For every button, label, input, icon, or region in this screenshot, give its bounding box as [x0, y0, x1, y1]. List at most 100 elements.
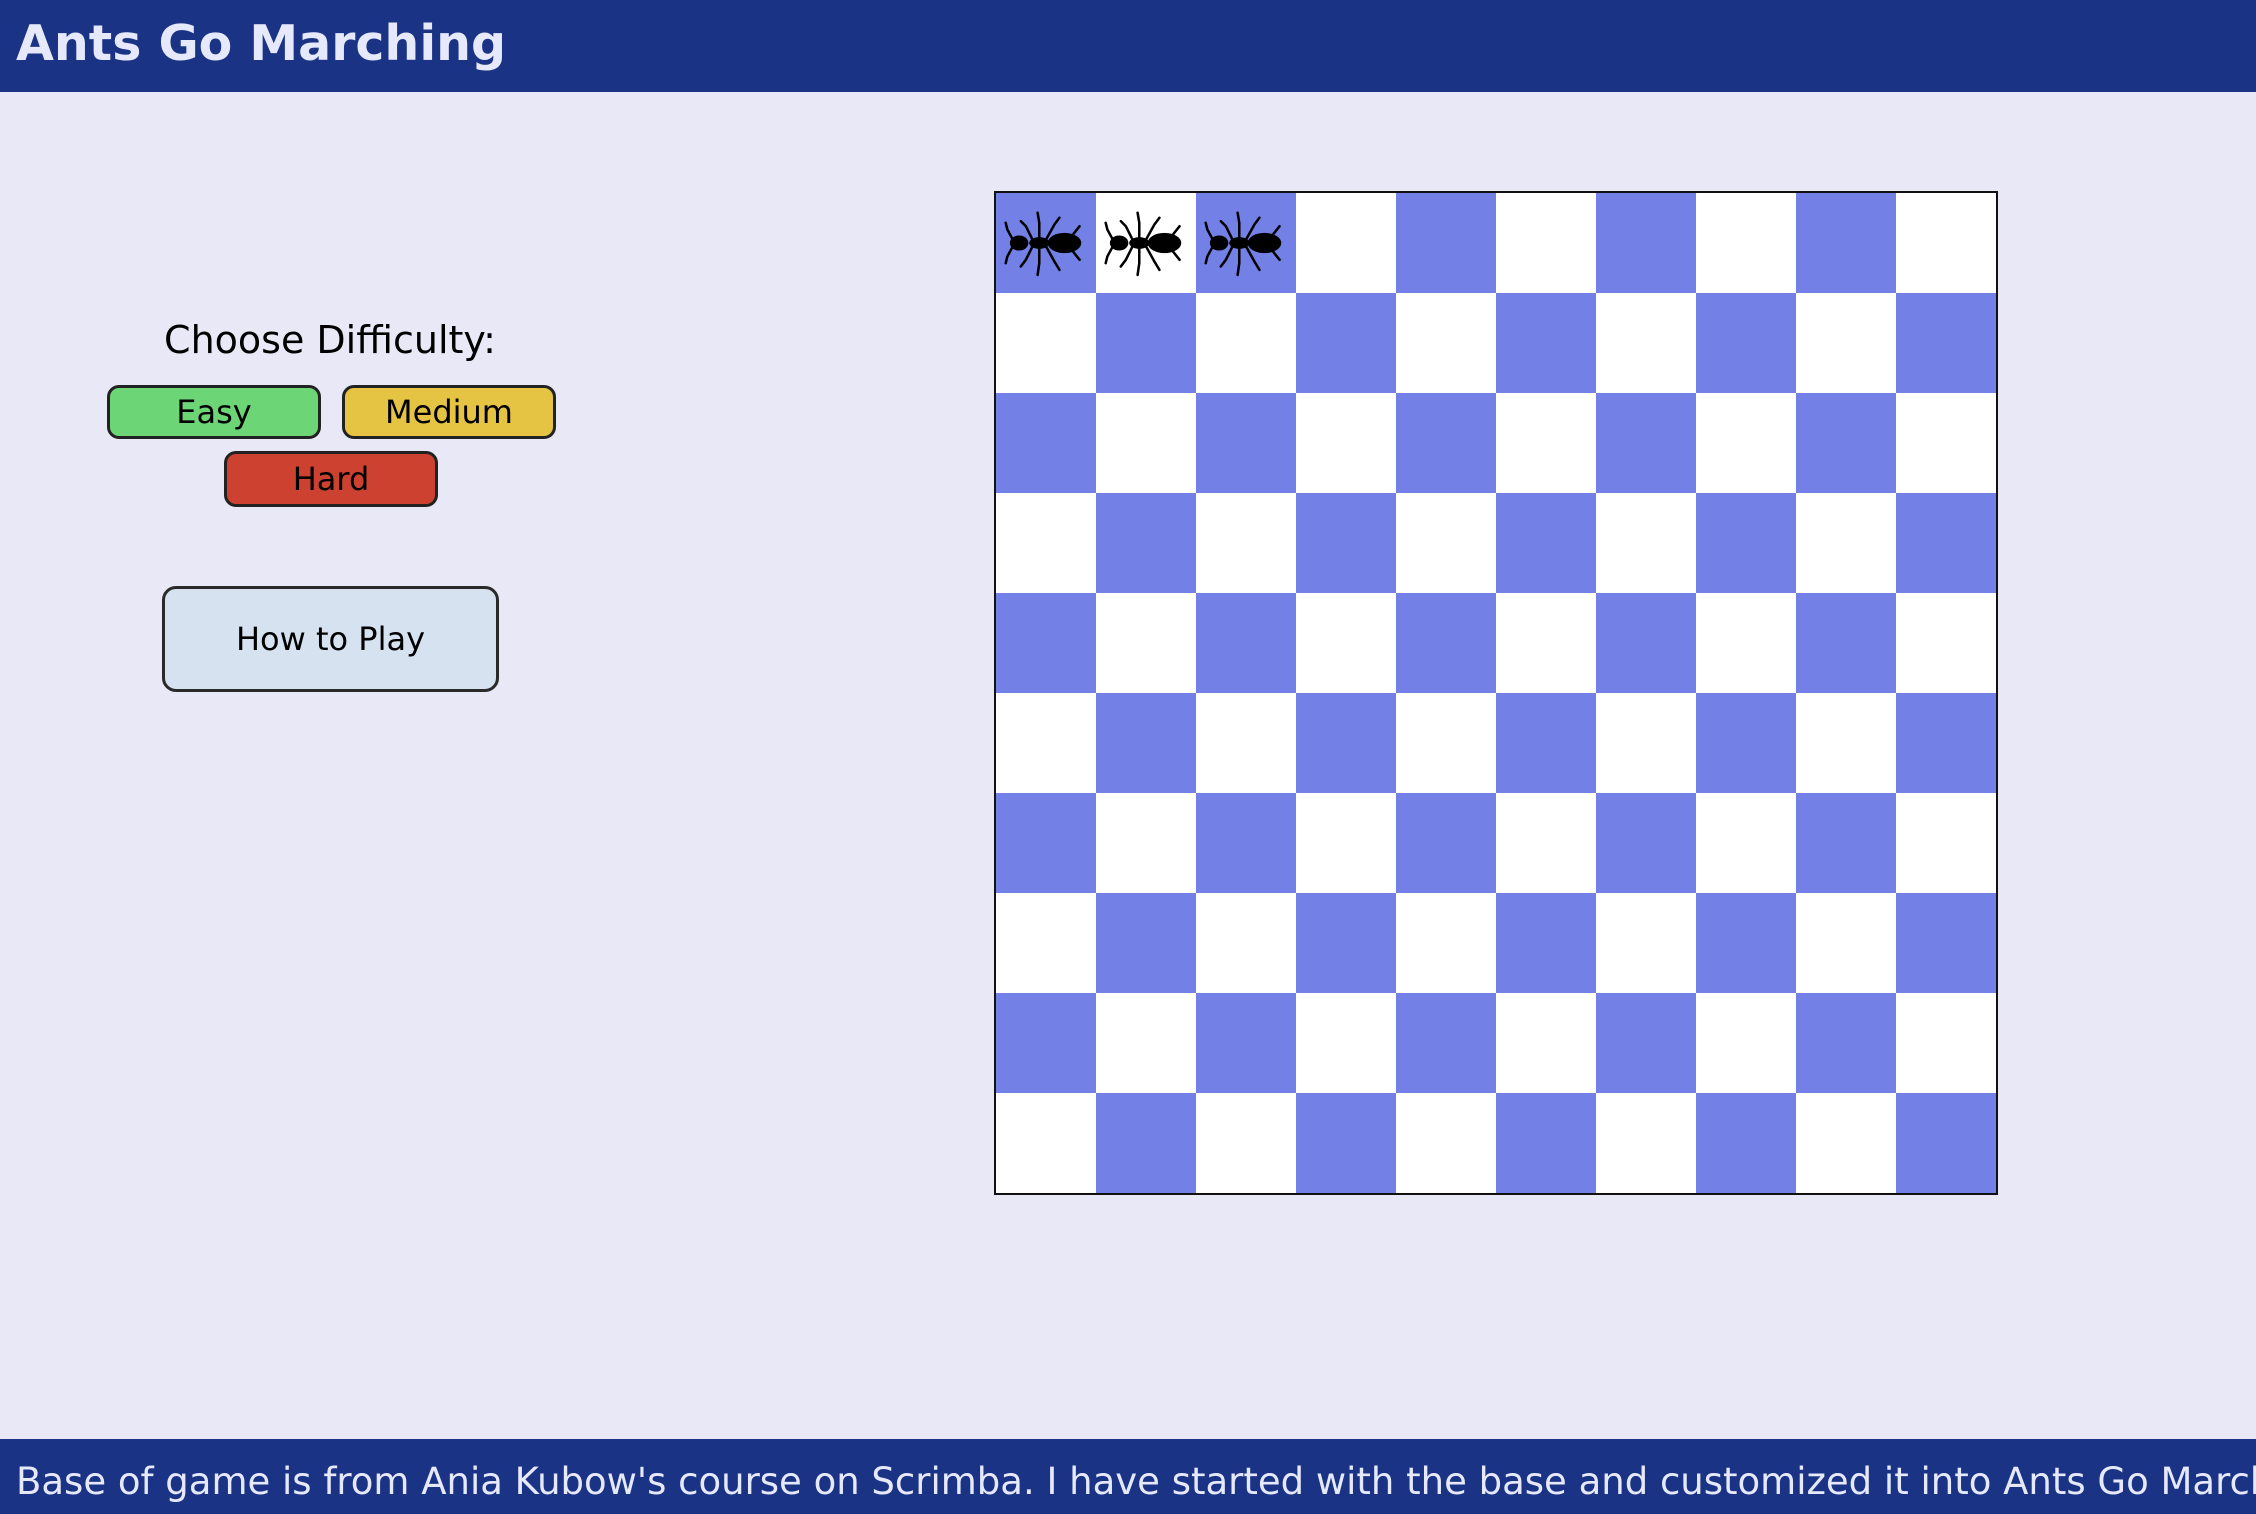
board-square[interactable]	[1496, 793, 1596, 893]
board-square[interactable]	[996, 993, 1096, 1093]
board-square[interactable]	[1096, 193, 1196, 293]
board-square[interactable]	[1796, 993, 1896, 1093]
board-square[interactable]	[1096, 393, 1196, 493]
board-square[interactable]	[1396, 893, 1496, 993]
board-square[interactable]	[1196, 293, 1296, 393]
board-square[interactable]	[1496, 593, 1596, 693]
board-square[interactable]	[1096, 493, 1196, 593]
board-square[interactable]	[1896, 493, 1996, 593]
board-square[interactable]	[996, 893, 1096, 993]
board-square[interactable]	[1196, 1093, 1296, 1193]
board-square[interactable]	[1396, 593, 1496, 693]
board-square[interactable]	[1196, 993, 1296, 1093]
board-square[interactable]	[1596, 293, 1696, 393]
board-square[interactable]	[996, 393, 1096, 493]
board-square[interactable]	[1596, 393, 1696, 493]
board-square[interactable]	[1496, 293, 1596, 393]
board-square[interactable]	[996, 193, 1096, 293]
board-square[interactable]	[1696, 393, 1796, 493]
board-square[interactable]	[1496, 993, 1596, 1093]
board-square[interactable]	[1296, 793, 1396, 893]
board-square[interactable]	[1396, 193, 1496, 293]
board-square[interactable]	[1596, 793, 1696, 893]
board-square[interactable]	[1196, 893, 1296, 993]
board-square[interactable]	[1496, 493, 1596, 593]
board-square[interactable]	[1496, 1093, 1596, 1193]
board-square[interactable]	[1696, 493, 1796, 593]
board-square[interactable]	[1796, 593, 1896, 693]
board-square[interactable]	[1696, 793, 1796, 893]
board-square[interactable]	[1296, 993, 1396, 1093]
board-square[interactable]	[1796, 493, 1896, 593]
board-square[interactable]	[1396, 1093, 1496, 1193]
board-square[interactable]	[996, 593, 1096, 693]
board-square[interactable]	[1496, 893, 1596, 993]
board-square[interactable]	[1196, 393, 1296, 493]
board-square[interactable]	[1296, 893, 1396, 993]
board-square[interactable]	[1596, 993, 1696, 1093]
board-square[interactable]	[1596, 693, 1696, 793]
board-square[interactable]	[1096, 693, 1196, 793]
board-square[interactable]	[1596, 1093, 1696, 1193]
board-square[interactable]	[1196, 593, 1296, 693]
board-square[interactable]	[1696, 693, 1796, 793]
board-square[interactable]	[1696, 993, 1796, 1093]
board-square[interactable]	[1896, 593, 1996, 693]
board-square[interactable]	[1696, 193, 1796, 293]
board-square[interactable]	[1896, 393, 1996, 493]
easy-button[interactable]: Easy	[107, 385, 321, 439]
board-square[interactable]	[1596, 593, 1696, 693]
board-square[interactable]	[1296, 193, 1396, 293]
board-square[interactable]	[1796, 393, 1896, 493]
how-to-play-button[interactable]: How to Play	[162, 586, 499, 692]
board-square[interactable]	[1196, 693, 1296, 793]
board-square[interactable]	[1896, 1093, 1996, 1193]
board-square[interactable]	[1096, 593, 1196, 693]
board-square[interactable]	[1796, 693, 1896, 793]
board-square[interactable]	[1496, 393, 1596, 493]
board-square[interactable]	[1396, 393, 1496, 493]
board-square[interactable]	[996, 693, 1096, 793]
board-square[interactable]	[1696, 893, 1796, 993]
board-square[interactable]	[1296, 593, 1396, 693]
board-square[interactable]	[1696, 293, 1796, 393]
board-square[interactable]	[1296, 393, 1396, 493]
hard-button[interactable]: Hard	[224, 451, 438, 507]
board-square[interactable]	[1296, 1093, 1396, 1193]
board-square[interactable]	[996, 293, 1096, 393]
board-square[interactable]	[1396, 493, 1496, 593]
board-square[interactable]	[996, 493, 1096, 593]
board-square[interactable]	[1596, 193, 1696, 293]
board-square[interactable]	[1596, 493, 1696, 593]
board-square[interactable]	[1096, 293, 1196, 393]
board-square[interactable]	[1796, 1093, 1896, 1193]
board-square[interactable]	[1096, 993, 1196, 1093]
board-square[interactable]	[1296, 293, 1396, 393]
board-square[interactable]	[1596, 893, 1696, 993]
board-square[interactable]	[1896, 693, 1996, 793]
medium-button[interactable]: Medium	[342, 385, 556, 439]
board-square[interactable]	[1396, 793, 1496, 893]
board-square[interactable]	[1896, 893, 1996, 993]
board-square[interactable]	[1796, 193, 1896, 293]
board-square[interactable]	[1696, 593, 1796, 693]
board-square[interactable]	[996, 793, 1096, 893]
board-square[interactable]	[1296, 493, 1396, 593]
board-square[interactable]	[996, 1093, 1096, 1193]
board-square[interactable]	[1896, 293, 1996, 393]
board-square[interactable]	[1396, 693, 1496, 793]
board-square[interactable]	[1396, 293, 1496, 393]
board-square[interactable]	[1796, 293, 1896, 393]
board-square[interactable]	[1496, 193, 1596, 293]
board-square[interactable]	[1196, 493, 1296, 593]
board-square[interactable]	[1096, 893, 1196, 993]
board-square[interactable]	[1796, 893, 1896, 993]
board-square[interactable]	[1096, 793, 1196, 893]
board-square[interactable]	[1196, 193, 1296, 293]
board-square[interactable]	[1896, 993, 1996, 1093]
board-square[interactable]	[1796, 793, 1896, 893]
board-square[interactable]	[1296, 693, 1396, 793]
board-square[interactable]	[1496, 693, 1596, 793]
board-square[interactable]	[1196, 793, 1296, 893]
board-square[interactable]	[1896, 193, 1996, 293]
